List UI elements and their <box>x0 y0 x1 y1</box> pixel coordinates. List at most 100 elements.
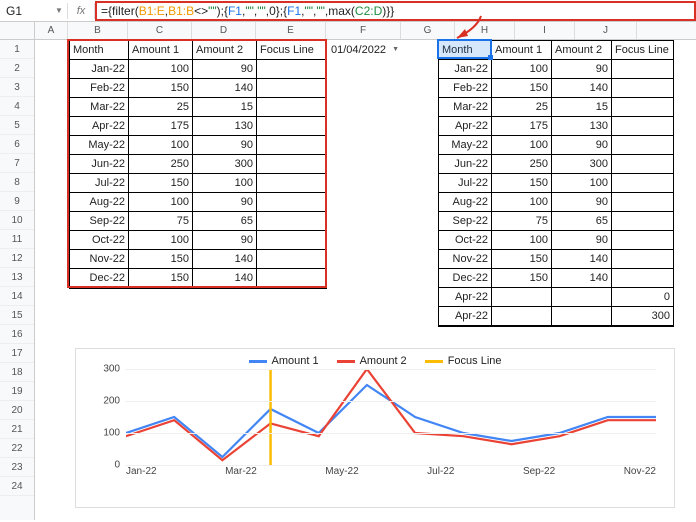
table-cell[interactable] <box>612 269 673 288</box>
table-cell[interactable]: Mar-22 <box>70 98 129 117</box>
row-header[interactable]: 24 <box>0 477 34 496</box>
table-cell[interactable]: Dec-22 <box>70 269 129 288</box>
table-cell[interactable]: 150 <box>129 269 193 288</box>
table-cell[interactable]: Nov-22 <box>70 250 129 269</box>
row-header[interactable]: 23 <box>0 458 34 477</box>
table-cell[interactable]: 250 <box>129 155 193 174</box>
table-cell[interactable] <box>257 79 326 98</box>
table-cell[interactable] <box>492 288 552 307</box>
table-cell[interactable]: Nov-22 <box>439 250 492 269</box>
dropdown-icon[interactable]: ▼ <box>392 41 399 59</box>
table-cell[interactable]: 140 <box>193 79 257 98</box>
table-cell[interactable]: Apr-22 <box>439 288 492 307</box>
row-header[interactable]: 20 <box>0 401 34 420</box>
table-cell[interactable] <box>612 193 673 212</box>
table-cell[interactable]: 140 <box>552 269 612 288</box>
table-cell[interactable]: Sep-22 <box>70 212 129 231</box>
table-cell[interactable]: 100 <box>129 136 193 155</box>
table-cell[interactable] <box>612 231 673 250</box>
table-cell[interactable]: 100 <box>193 174 257 193</box>
table-cell[interactable]: 90 <box>193 60 257 79</box>
table-cell[interactable]: Apr-22 <box>439 117 492 136</box>
table-cell[interactable] <box>552 288 612 307</box>
table-cell[interactable] <box>257 98 326 117</box>
table-cell[interactable] <box>612 98 673 117</box>
table-cell[interactable]: 130 <box>193 117 257 136</box>
table-cell[interactable]: 150 <box>129 174 193 193</box>
table-cell[interactable]: 100 <box>492 231 552 250</box>
table-cell[interactable]: Aug-22 <box>70 193 129 212</box>
row-header[interactable]: 19 <box>0 382 34 401</box>
row-header[interactable]: 13 <box>0 268 34 287</box>
table-cell[interactable]: 90 <box>193 136 257 155</box>
table-cell[interactable]: 300 <box>193 155 257 174</box>
row-header[interactable]: 10 <box>0 211 34 230</box>
table-cell[interactable] <box>257 212 326 231</box>
table-cell[interactable]: 100 <box>552 174 612 193</box>
table-cell[interactable]: 90 <box>552 193 612 212</box>
table-cell[interactable]: 140 <box>193 269 257 288</box>
table-cell[interactable]: 100 <box>492 136 552 155</box>
table-cell[interactable]: Apr-22 <box>70 117 129 136</box>
row-header[interactable]: 14 <box>0 287 34 306</box>
table-cell[interactable]: 65 <box>552 212 612 231</box>
chart[interactable]: Amount 1 Amount 2 Focus Line 0100200300 … <box>75 348 675 508</box>
table-cell[interactable]: 175 <box>129 117 193 136</box>
table-cell[interactable]: 15 <box>193 98 257 117</box>
table-cell[interactable] <box>257 60 326 79</box>
table-cell[interactable]: 150 <box>492 79 552 98</box>
row-header[interactable]: 17 <box>0 344 34 363</box>
table-cell[interactable] <box>257 155 326 174</box>
table-cell[interactable]: 150 <box>129 250 193 269</box>
table-cell[interactable] <box>257 174 326 193</box>
col-header-f[interactable]: F <box>326 22 401 39</box>
table-cell[interactable]: 0 <box>612 288 673 307</box>
table-cell[interactable]: 90 <box>193 231 257 250</box>
col-header-j[interactable]: J <box>575 22 637 39</box>
table-cell[interactable] <box>612 60 673 79</box>
table-cell[interactable]: 300 <box>552 155 612 174</box>
formula-input[interactable]: ={filter(B1:E,B1:B<>"");{F1,"","",0};{F1… <box>95 1 696 21</box>
col-header-i[interactable]: I <box>515 22 575 39</box>
grid[interactable]: MonthAmount 1Amount 2Focus LineJan-22100… <box>35 40 695 520</box>
table-cell[interactable]: 150 <box>492 250 552 269</box>
table-cell[interactable] <box>257 117 326 136</box>
row-header[interactable]: 7 <box>0 154 34 173</box>
table-cell[interactable]: Feb-22 <box>439 79 492 98</box>
table-cell[interactable]: 250 <box>492 155 552 174</box>
table-cell[interactable] <box>257 269 326 288</box>
date-cell-f1[interactable]: 01/04/2022 ▼ <box>328 40 402 59</box>
row-header[interactable]: 1 <box>0 40 34 59</box>
table-cell[interactable]: Sep-22 <box>439 212 492 231</box>
table-cell[interactable]: 90 <box>552 136 612 155</box>
table-cell[interactable] <box>612 250 673 269</box>
row-header[interactable]: 6 <box>0 135 34 154</box>
row-header[interactable]: 22 <box>0 439 34 458</box>
row-header[interactable]: 4 <box>0 97 34 116</box>
row-header[interactable]: 5 <box>0 116 34 135</box>
table-cell[interactable]: Dec-22 <box>439 269 492 288</box>
table-cell[interactable]: 100 <box>129 60 193 79</box>
table-cell[interactable]: 65 <box>193 212 257 231</box>
row-header[interactable]: 21 <box>0 420 34 439</box>
select-all-corner[interactable] <box>0 22 35 39</box>
table-cell[interactable]: Jun-22 <box>439 155 492 174</box>
table-cell[interactable]: 25 <box>492 98 552 117</box>
table-cell[interactable] <box>492 307 552 326</box>
table-cell[interactable]: 25 <box>129 98 193 117</box>
table-cell[interactable]: Feb-22 <box>70 79 129 98</box>
table-cell[interactable]: 150 <box>492 269 552 288</box>
table-cell[interactable]: Jul-22 <box>439 174 492 193</box>
table-cell[interactable]: Aug-22 <box>439 193 492 212</box>
table-cell[interactable]: 100 <box>492 60 552 79</box>
row-header[interactable]: 3 <box>0 78 34 97</box>
table-cell[interactable]: 90 <box>552 231 612 250</box>
table-cell[interactable] <box>612 212 673 231</box>
row-header[interactable]: 16 <box>0 325 34 344</box>
table-cell[interactable]: 300 <box>612 307 673 326</box>
table-cell[interactable]: Jan-22 <box>70 60 129 79</box>
table-cell[interactable]: 150 <box>492 174 552 193</box>
table-cell[interactable]: 90 <box>552 60 612 79</box>
row-header[interactable]: 11 <box>0 230 34 249</box>
row-header[interactable]: 12 <box>0 249 34 268</box>
